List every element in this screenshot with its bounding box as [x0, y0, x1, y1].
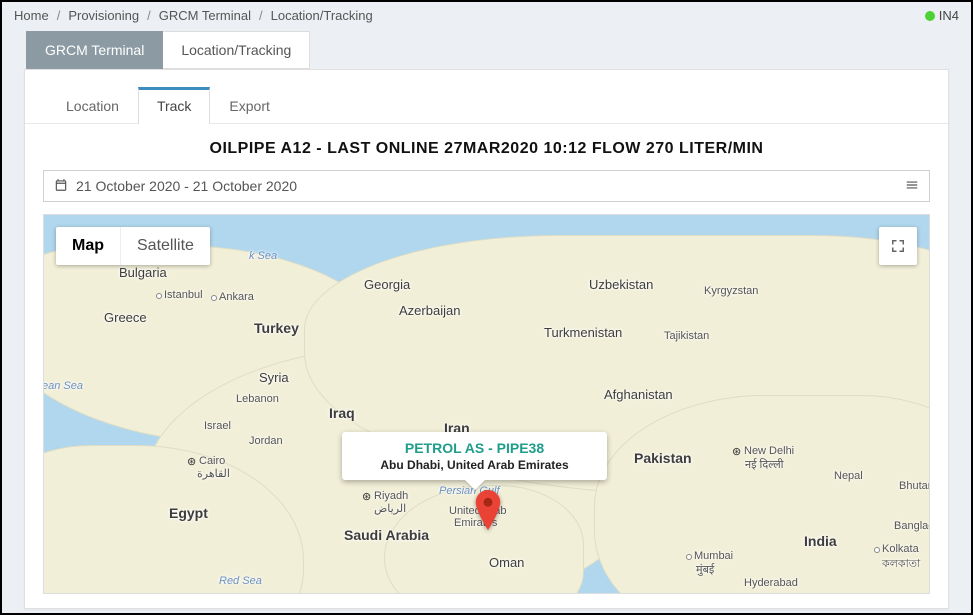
- tab-grcm-terminal[interactable]: GRCM Terminal: [26, 31, 163, 69]
- map-pin-icon: [474, 490, 502, 530]
- map-marker-pin[interactable]: [474, 490, 502, 535]
- breadcrumb-item: Location/Tracking: [271, 8, 373, 23]
- calendar-icon: [54, 178, 68, 194]
- fullscreen-button[interactable]: [879, 227, 917, 265]
- capital-dot-icon: ⊛: [362, 490, 371, 503]
- breadcrumb: Home / Provisioning / GRCM Terminal / Lo…: [14, 8, 373, 23]
- map-type-control: Map Satellite: [56, 227, 210, 265]
- infowindow-subtitle: Abu Dhabi, United Arab Emirates: [354, 458, 595, 472]
- map-type-satellite[interactable]: Satellite: [120, 227, 210, 265]
- date-range-picker[interactable]: 21 October 2020 - 21 October 2020: [43, 170, 930, 202]
- breadcrumb-item[interactable]: Provisioning: [68, 8, 139, 23]
- city-dot-icon: [686, 554, 692, 560]
- tab-location[interactable]: Location: [47, 87, 138, 124]
- breadcrumb-item[interactable]: GRCM Terminal: [159, 8, 251, 23]
- breadcrumb-item[interactable]: Home: [14, 8, 49, 23]
- breadcrumb-sep: /: [57, 8, 61, 23]
- breadcrumb-sep: /: [259, 8, 263, 23]
- primary-tabs: GRCM Terminal Location/Tracking: [2, 29, 971, 69]
- infowindow-title: PETROL AS - PIPE38: [354, 440, 595, 456]
- city-dot-icon: [874, 547, 880, 553]
- capital-dot-icon: ⊛: [732, 445, 741, 458]
- date-range-text: 21 October 2020 - 21 October 2020: [76, 178, 297, 194]
- city-dot-icon: [211, 295, 217, 301]
- map-container[interactable]: Map Satellite BulgariaGreeceIstanbulAnka…: [43, 214, 930, 594]
- tab-location-tracking[interactable]: Location/Tracking: [163, 31, 310, 69]
- menu-icon: [905, 178, 919, 194]
- breadcrumb-sep: /: [147, 8, 151, 23]
- content-panel: Location Track Export OILPIPE A12 - LAST…: [24, 69, 949, 609]
- tab-track[interactable]: Track: [138, 87, 210, 124]
- capital-dot-icon: ⊛: [187, 455, 196, 468]
- tab-export[interactable]: Export: [210, 87, 288, 124]
- city-dot-icon: [156, 293, 162, 299]
- status-indicator: IN4: [925, 8, 959, 23]
- map-type-map[interactable]: Map: [56, 227, 120, 265]
- marker-infowindow[interactable]: PETROL AS - PIPE38 Abu Dhabi, United Ara…: [342, 432, 607, 480]
- status-label: IN4: [939, 8, 959, 23]
- status-dot-icon: [925, 11, 935, 21]
- asset-status-title: OILPIPE A12 - LAST ONLINE 27MAR2020 10:1…: [43, 140, 930, 158]
- fullscreen-icon: [889, 237, 907, 255]
- secondary-tabs: Location Track Export: [25, 70, 948, 124]
